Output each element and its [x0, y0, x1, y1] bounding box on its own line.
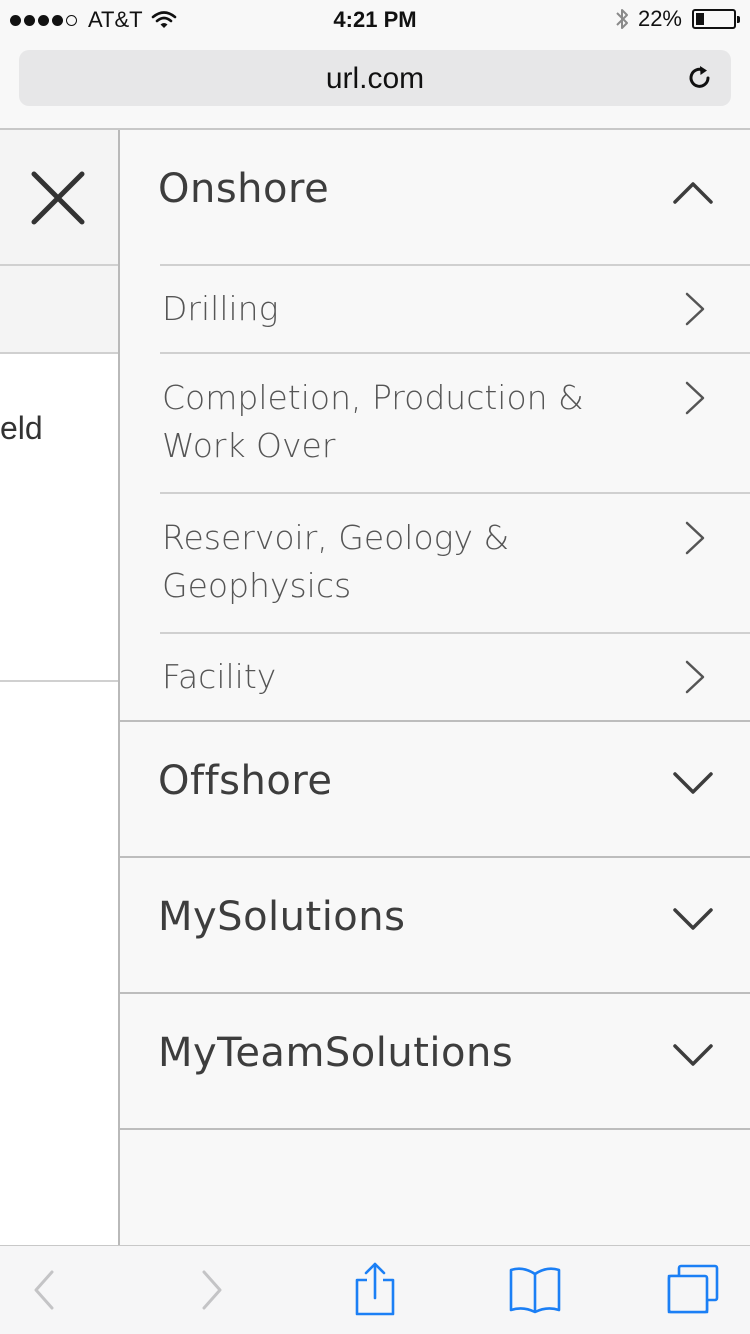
- background-partial-text: eld: [0, 410, 43, 446]
- close-icon[interactable]: [30, 170, 86, 226]
- submenu-item-label: Completion, Production & Work Over: [162, 378, 584, 465]
- forward-icon[interactable]: [182, 1262, 242, 1318]
- chevron-right-icon: [685, 660, 705, 694]
- url-text[interactable]: url.com: [19, 62, 731, 96]
- menu-section-label: Onshore: [158, 166, 330, 212]
- submenu-item-drilling[interactable]: Drilling: [162, 285, 742, 345]
- submenu-item-facility[interactable]: Facility: [162, 653, 742, 713]
- share-icon[interactable]: [345, 1262, 405, 1318]
- submenu-item-label: Facility: [162, 657, 277, 696]
- chevron-right-icon: [685, 521, 705, 555]
- back-icon[interactable]: [14, 1262, 74, 1318]
- submenu-item-completion-production[interactable]: Completion, Production & Work Over: [162, 374, 742, 474]
- address-bar[interactable]: url.com: [19, 50, 731, 106]
- navigation-menu: Onshore Drilling Completion, Production …: [118, 130, 750, 1245]
- submenu-divider: [160, 492, 750, 494]
- chevron-down-icon[interactable]: [672, 1042, 714, 1070]
- menu-section-onshore[interactable]: Onshore: [120, 130, 750, 266]
- submenu-item-reservoir-geology[interactable]: Reservoir, Geology & Geophysics: [162, 514, 742, 614]
- reload-icon[interactable]: [685, 63, 715, 93]
- close-menu-area[interactable]: [0, 130, 120, 266]
- bluetooth-icon: [616, 9, 628, 29]
- menu-section-label: Offshore: [158, 758, 333, 804]
- menu-section-myteamsolutions[interactable]: MyTeamSolutions: [120, 994, 750, 1130]
- tabs-icon[interactable]: [663, 1262, 723, 1318]
- submenu-divider: [160, 632, 750, 634]
- chevron-down-icon[interactable]: [672, 770, 714, 798]
- menu-section-mysolutions[interactable]: MySolutions: [120, 858, 750, 994]
- section-divider: [120, 1128, 750, 1130]
- battery-level: [696, 13, 704, 25]
- submenu-divider: [160, 352, 750, 354]
- submenu-divider: [160, 264, 750, 266]
- chevron-right-icon: [685, 381, 705, 415]
- browser-toolbar: [0, 1245, 750, 1334]
- background-divider: [0, 680, 120, 682]
- submenu-item-label: Reservoir, Geology & Geophysics: [162, 518, 510, 605]
- menu-section-label: MySolutions: [158, 894, 406, 940]
- bookmarks-icon[interactable]: [505, 1262, 565, 1318]
- status-bar: AT&T 4:21 PM 22%: [0, 0, 750, 40]
- menu-section-offshore[interactable]: Offshore: [120, 722, 750, 858]
- menu-section-label: MyTeamSolutions: [158, 1030, 514, 1076]
- battery-icon: [692, 9, 740, 29]
- chevron-right-icon: [685, 292, 705, 326]
- submenu-item-label: Drilling: [162, 289, 279, 328]
- battery-percent: 22%: [637, 6, 682, 31]
- chevron-down-icon[interactable]: [672, 906, 714, 934]
- chevron-up-icon[interactable]: [672, 178, 714, 206]
- background-page-strip: [0, 266, 120, 354]
